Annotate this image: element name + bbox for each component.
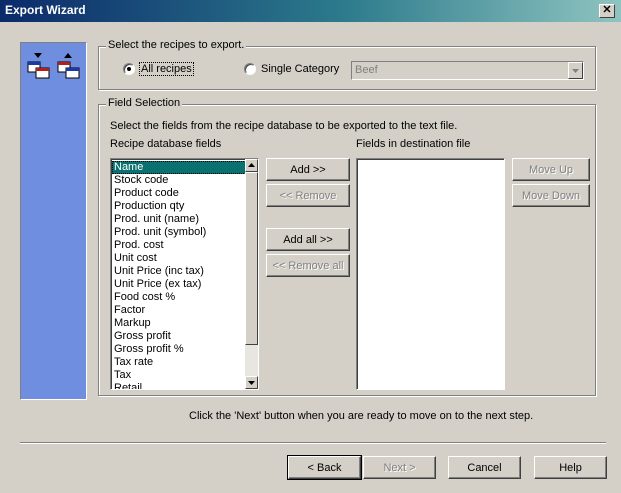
list-item[interactable]: Production qty [112,200,246,213]
list-item[interactable]: Product code [112,187,246,200]
back-button[interactable]: < Back [287,455,362,480]
close-icon: ✕ [602,4,612,16]
next-button[interactable]: Next > [363,456,436,479]
list-item[interactable]: Prod. unit (symbol) [112,226,246,239]
scroll-up-button[interactable] [245,159,258,172]
list-item[interactable]: Tax [112,369,246,382]
list-item[interactable]: Retail [112,382,246,389]
footer-separator [20,442,606,444]
all-recipes-label[interactable]: All recipes [139,62,194,76]
chevron-down-icon [572,69,579,73]
list-item[interactable]: Stock code [112,174,246,187]
help-button[interactable]: Help [534,456,607,479]
close-button[interactable]: ✕ [599,4,615,18]
category-select-value: Beef [355,64,378,76]
wizard-side-panel [20,42,87,400]
footer-hint: Click the 'Next' button when you are rea… [189,410,534,422]
recipes-groupbox: Select the recipes to export. All recipe… [98,39,596,90]
field-instructions: Select the fields from the recipe databa… [110,120,458,132]
list-item[interactable]: Tax rate [112,356,246,369]
list-item[interactable]: Factor [112,304,246,317]
recipes-group-label: Select the recipes to export. [106,39,247,51]
single-category-radio[interactable] [244,63,256,75]
list-item[interactable]: Markup [112,317,246,330]
field-group-label: Field Selection [106,97,183,109]
list-item[interactable]: Unit Price (inc tax) [112,265,246,278]
scroll-down-button[interactable] [245,376,258,389]
list-item[interactable]: Gross profit [112,330,246,343]
all-recipes-radio[interactable] [123,63,135,75]
list-item[interactable]: Unit Price (ex tax) [112,278,246,291]
scroll-thumb[interactable] [245,172,258,345]
source-list-scrollbar[interactable] [245,159,258,389]
remove-button[interactable]: << Remove [266,184,350,207]
field-selection-groupbox: Field Selection Select the fields from t… [98,97,596,396]
list-item[interactable]: Food cost % [112,291,246,304]
window-title: Export Wizard [5,3,86,17]
category-select[interactable]: Beef [351,61,584,80]
title-bar: Export Wizard ✕ [0,0,621,22]
add-button[interactable]: Add >> [266,158,350,181]
add-all-button[interactable]: Add all >> [266,228,350,251]
dest-fields-list[interactable] [356,158,505,390]
remove-all-button[interactable]: << Remove all [266,254,350,277]
category-dropdown-button[interactable] [568,62,583,79]
move-down-button[interactable]: Move Down [512,184,590,207]
move-up-button[interactable]: Move Up [512,158,590,181]
single-category-label[interactable]: Single Category [261,63,339,75]
export-up-icon [57,53,80,79]
export-down-icon [27,53,50,79]
dest-fields-header: Fields in destination file [356,138,471,150]
list-item[interactable]: Prod. cost [112,239,246,252]
source-fields-list[interactable]: Name Stock code Product code Production qty… [110,158,259,390]
list-item[interactable]: Name [112,161,246,174]
scroll-down-icon [248,381,255,385]
scroll-up-icon [248,163,255,167]
list-item[interactable]: Prod. unit (name) [112,213,246,226]
source-fields-header: Recipe database fields [110,138,222,150]
list-item[interactable]: Gross profit % [112,343,246,356]
cancel-button[interactable]: Cancel [448,456,521,479]
list-item[interactable]: Unit cost [112,252,246,265]
